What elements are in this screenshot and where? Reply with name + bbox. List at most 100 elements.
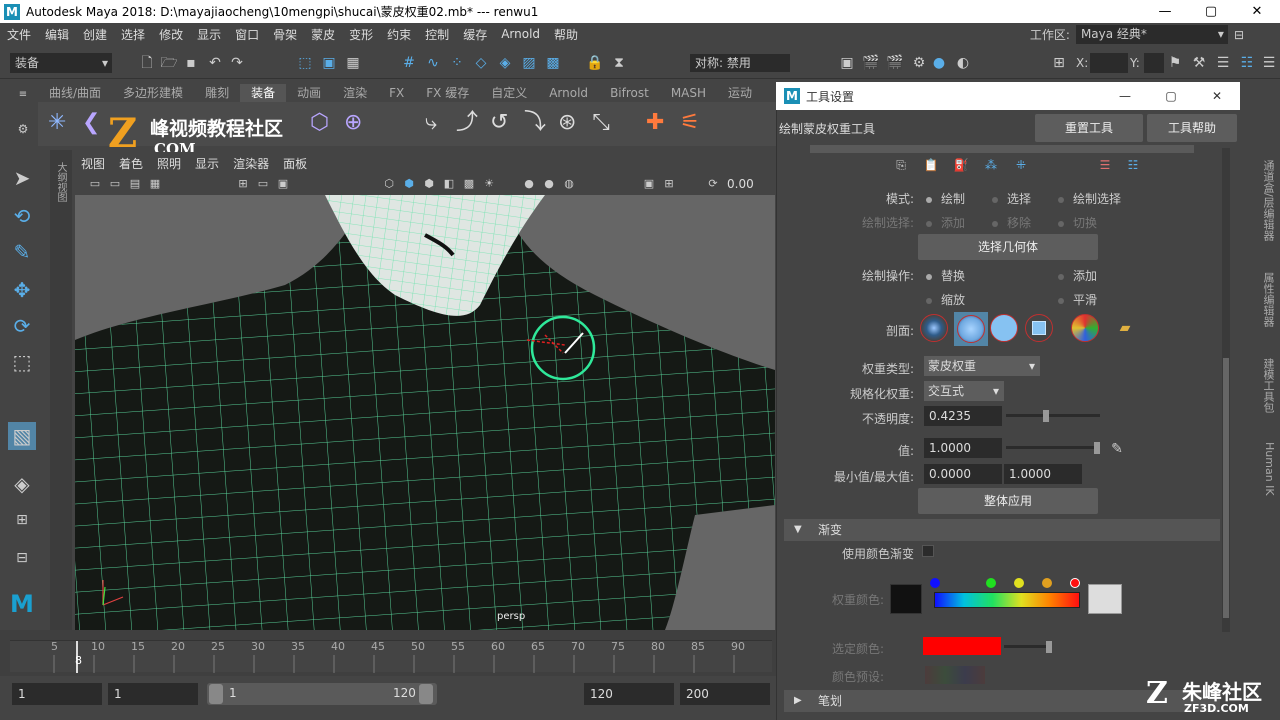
open-scene-icon[interactable]: 🗁 bbox=[160, 54, 178, 72]
point-constraint-icon[interactable]: ⚟ bbox=[680, 112, 700, 134]
cluster-icon[interactable]: ⊕ bbox=[344, 112, 362, 134]
isolate-icon[interactable]: ◍ bbox=[560, 175, 578, 193]
symmetry-dropdown[interactable]: 对称: 禁用 bbox=[690, 54, 790, 72]
menu-skeleton[interactable]: 骨架 bbox=[266, 26, 304, 43]
smooth-shade-icon[interactable]: ⬢ bbox=[400, 175, 418, 193]
profile-image-icon[interactable] bbox=[1071, 314, 1099, 342]
undo-icon[interactable]: ↶ bbox=[206, 54, 224, 72]
render-current-icon[interactable]: 🎬 bbox=[862, 54, 880, 72]
two-view-icon[interactable]: ⊟ bbox=[8, 544, 36, 572]
menu-file[interactable]: 文件 bbox=[0, 26, 38, 43]
shelf-tab-rendering[interactable]: 渲染 bbox=[332, 84, 378, 102]
menu-select[interactable]: 选择 bbox=[114, 26, 152, 43]
op-smooth-radio[interactable]: 平滑 bbox=[1058, 291, 1097, 308]
select-object-icon[interactable]: ▣ bbox=[320, 54, 338, 72]
minimize-button[interactable]: — bbox=[1142, 0, 1188, 23]
shelf-tab-custom[interactable]: 自定义 bbox=[480, 84, 538, 102]
hierarchy-icon[interactable]: ⁂ bbox=[982, 156, 1000, 174]
menu-arnold[interactable]: Arnold bbox=[494, 27, 547, 41]
save-scene-icon[interactable]: ▪ bbox=[182, 54, 200, 72]
value-field[interactable]: 1.0000 bbox=[924, 438, 1002, 458]
vertical-scroll-thumb[interactable] bbox=[1223, 358, 1229, 618]
bind-skin-icon[interactable]: ⤷ bbox=[422, 112, 440, 134]
op-add-radio[interactable]: 添加 bbox=[1058, 267, 1097, 284]
shadows-icon[interactable]: ☀ bbox=[480, 175, 498, 193]
panel-close-button[interactable]: ✕ bbox=[1194, 82, 1240, 110]
parent-constraint-icon[interactable]: ✚ bbox=[646, 112, 664, 134]
horizontal-scrollbar[interactable] bbox=[810, 145, 1194, 153]
scale-tool-icon[interactable]: ⬚ bbox=[8, 348, 36, 376]
close-button[interactable]: ✕ bbox=[1234, 0, 1280, 23]
xray-joints-icon[interactable]: ● bbox=[540, 175, 558, 193]
y-coord-field[interactable] bbox=[1144, 53, 1164, 73]
snap-projected-icon[interactable]: ◇ bbox=[472, 54, 490, 72]
menu-windows[interactable]: 窗口 bbox=[228, 26, 266, 43]
shelf-tab-fx[interactable]: FX bbox=[378, 84, 415, 102]
reset-tool-button[interactable]: 重置工具 bbox=[1035, 114, 1143, 142]
x-coord-field[interactable] bbox=[1090, 53, 1128, 73]
camera-icon[interactable]: ▭ bbox=[86, 175, 104, 193]
render-view-icon[interactable]: ▣ bbox=[838, 54, 856, 72]
flood-icon[interactable]: ⛽ bbox=[952, 156, 970, 174]
lattice-icon[interactable]: ⬡ bbox=[310, 112, 329, 134]
dock-tab-modeling-toolkit[interactable]: 建模工具包 bbox=[1258, 358, 1276, 413]
select-component-icon[interactable]: ▦ bbox=[344, 54, 362, 72]
profile-soft-icon[interactable] bbox=[954, 312, 988, 346]
playback-start-field[interactable]: 1 bbox=[108, 683, 198, 705]
range-slider[interactable]: 1 120 bbox=[207, 683, 437, 705]
workspace-dropdown[interactable]: Maya 经典* bbox=[1075, 25, 1228, 44]
menu-control[interactable]: 控制 bbox=[418, 26, 456, 43]
snap-surface-icon[interactable]: ▨ bbox=[520, 54, 538, 72]
transform-mode-icon[interactable]: ⊞ bbox=[1050, 54, 1068, 72]
menu-create[interactable]: 创建 bbox=[76, 26, 114, 43]
selected-color-swatch[interactable] bbox=[923, 637, 1001, 655]
shelf-tab-fx-cache[interactable]: FX 缓存 bbox=[415, 84, 480, 102]
menu-skin[interactable]: 蒙皮 bbox=[304, 26, 342, 43]
prune-weights-icon[interactable]: ⤡ bbox=[592, 112, 610, 134]
film-gate-icon[interactable]: ▭ bbox=[254, 175, 272, 193]
menu-help[interactable]: 帮助 bbox=[547, 26, 585, 43]
paint-select-remove-radio[interactable]: 移除 bbox=[992, 214, 1031, 231]
shelf-tab-rigging[interactable]: 装备 bbox=[240, 84, 287, 102]
lock-selection-icon[interactable]: 🔒 bbox=[586, 54, 604, 72]
flood-button[interactable]: 整体应用 bbox=[918, 488, 1098, 514]
mesh-view[interactable] bbox=[75, 195, 775, 630]
profile-square-icon[interactable] bbox=[1025, 314, 1053, 342]
tool-help-button[interactable]: 工具帮助 bbox=[1147, 114, 1237, 142]
sidebar-toggle-icon[interactable]: ⚑ bbox=[1166, 54, 1184, 72]
select-geometry-button[interactable]: 选择几何体 bbox=[918, 234, 1098, 260]
snap-curve-icon[interactable]: ∿ bbox=[424, 54, 442, 72]
menu-deform[interactable]: 变形 bbox=[342, 26, 380, 43]
weight-type-dropdown[interactable]: 蒙皮权重 bbox=[924, 356, 1040, 376]
mirror-weights-icon[interactable]: ⤵ bbox=[524, 112, 546, 134]
min-field[interactable]: 0.0000 bbox=[924, 464, 1002, 484]
shelf-tab-mash[interactable]: MASH bbox=[660, 84, 717, 102]
profile-solid-icon[interactable] bbox=[990, 314, 1018, 342]
image-plane-icon[interactable]: ▦ bbox=[146, 175, 164, 193]
snap-live-icon[interactable]: ▩ bbox=[544, 54, 562, 72]
shelf-tab-curves[interactable]: 曲线/曲面 bbox=[38, 84, 112, 102]
ramp-handle-1-icon[interactable] bbox=[986, 578, 996, 588]
vp-menu-lighting[interactable]: 照明 bbox=[150, 155, 188, 172]
max-field[interactable]: 1.0000 bbox=[1004, 464, 1082, 484]
shelf-tab-animation[interactable]: 动画 bbox=[286, 84, 332, 102]
menu-constrain[interactable]: 约束 bbox=[380, 26, 418, 43]
selected-color-slider-thumb[interactable] bbox=[1046, 641, 1052, 653]
attribute-editor-icon[interactable]: ☰ bbox=[1214, 54, 1232, 72]
use-color-ramp-checkbox[interactable] bbox=[922, 545, 934, 557]
shelf-tab-motion[interactable]: 运动 bbox=[717, 84, 763, 102]
menu-display[interactable]: 显示 bbox=[190, 26, 228, 43]
paint-weights-tool-icon[interactable]: ▧ bbox=[8, 422, 36, 450]
shelf-menu-icon[interactable]: ≡ bbox=[14, 86, 32, 104]
ramp-handle-4-icon[interactable] bbox=[1070, 578, 1080, 588]
outliner-tab[interactable]: 大纲视图 bbox=[50, 150, 72, 630]
vp-menu-renderer[interactable]: 渲染器 bbox=[226, 155, 276, 172]
shelf-tab-poly[interactable]: 多边形建模 bbox=[112, 84, 194, 102]
shelf-options-icon[interactable]: ⚙ bbox=[14, 120, 32, 138]
arnold-render-icon[interactable]: ◐ bbox=[954, 54, 972, 72]
op-scale-radio[interactable]: 缩放 bbox=[926, 291, 965, 308]
vertical-scrollbar[interactable] bbox=[1222, 148, 1230, 632]
snap-point-icon[interactable]: ⁘ bbox=[448, 54, 466, 72]
channel-box-icon[interactable]: ☰ bbox=[1260, 54, 1278, 72]
mode-select-radio[interactable]: 选择 bbox=[992, 190, 1031, 207]
